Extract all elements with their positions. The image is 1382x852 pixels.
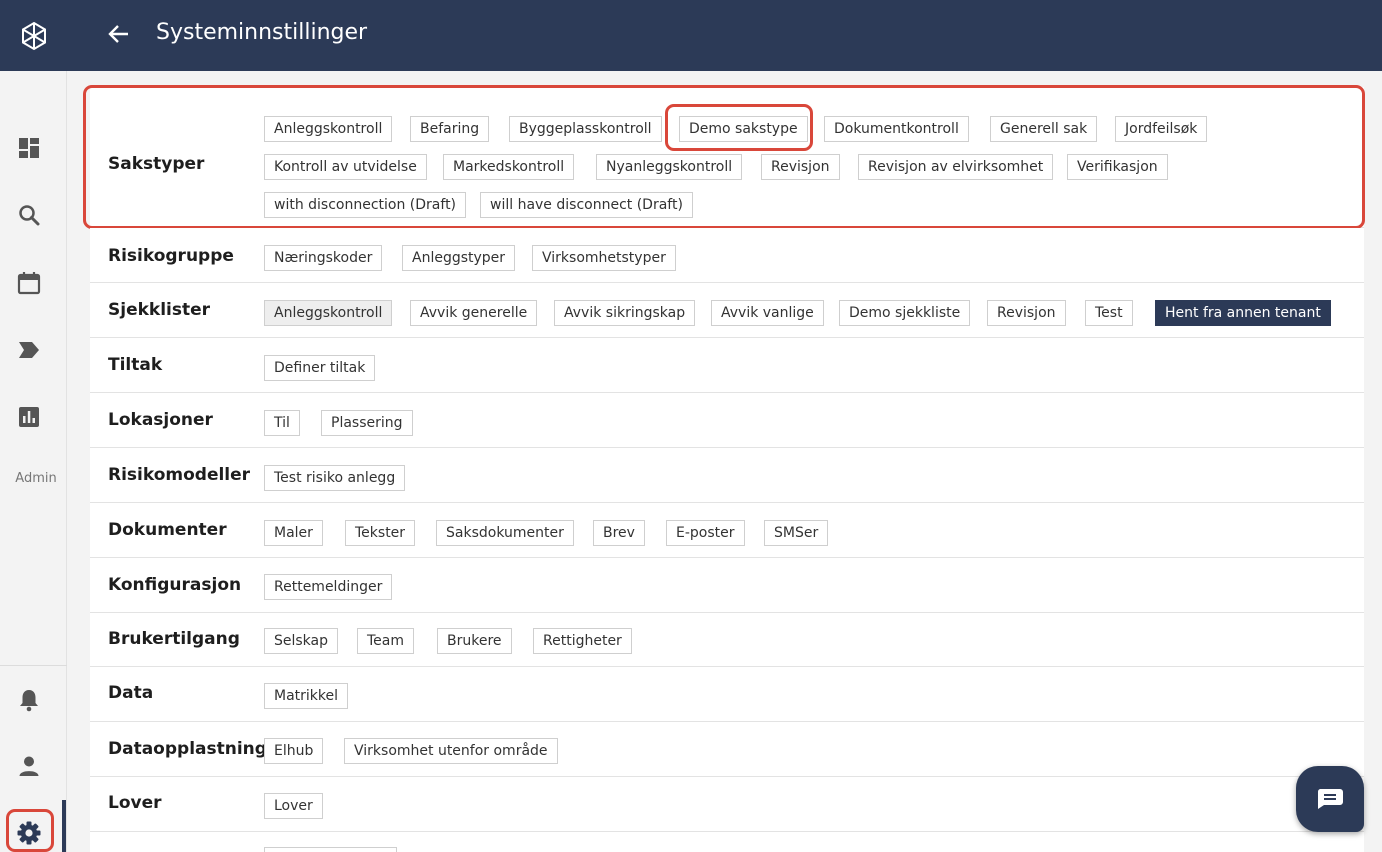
chat-icon [1317,789,1343,809]
chip-brukere[interactable]: Brukere [437,628,512,654]
label-icon[interactable] [12,333,46,367]
section-title: Dataopplastning [108,739,267,759]
chip-anleggskontroll[interactable]: Anleggskontroll [264,300,393,326]
section-title: Risikomodeller [108,465,251,485]
section-tiltak: Tiltak Definer tiltak [90,338,1364,393]
chip-virksomhetstyper[interactable]: Virksomhetstyper [532,245,676,271]
chip-demo-sjekkliste[interactable]: Demo sjekkliste [839,300,971,326]
chip-anleggstyper[interactable]: Anleggstyper [402,245,516,271]
chip-selskap[interactable]: Selskap [264,628,339,654]
chip-brev[interactable]: Brev [593,520,645,546]
report-icon[interactable] [12,400,46,434]
chip-til[interactable]: Til [264,410,300,436]
chip-lover[interactable]: Lover [264,793,323,819]
chip-saksdokumenter[interactable]: Saksdokumenter [436,520,574,546]
chip-smser[interactable]: SMSer [764,520,829,546]
section-dokumenter: Dokumenter Maler Tekster Saksdokumenter … [90,503,1364,558]
chat-button[interactable] [1296,766,1364,832]
dashboard-icon[interactable] [12,131,46,165]
chip-avvik-generelle[interactable]: Avvik generelle [410,300,538,326]
chip-test-risiko-anlegg[interactable]: Test risiko anlegg [264,465,406,491]
section-lokasjoner: Lokasjoner Til Plassering [90,393,1364,448]
chip-team[interactable]: Team [357,628,415,654]
top-bar: Systeminnstillinger [67,0,1382,71]
page-title: Systeminnstillinger [156,20,368,45]
section-brukertilgang: Brukertilgang Selskap Team Brukere Retti… [90,613,1364,667]
chip-avvik-sikringskap[interactable]: Avvik sikringskap [554,300,696,326]
person-icon[interactable] [12,749,46,783]
chip-avvik-vanlige[interactable]: Avvik vanlige [711,300,824,326]
chip-elhub[interactable]: Elhub [264,738,324,764]
section-dataopplastning: Dataopplastning Elhub Virksomhet utenfor… [90,722,1364,777]
demo-sakstype-highlight [665,104,813,151]
section-lover: Lover Lover [90,777,1364,832]
section-title: Sjekklister [108,300,211,320]
section-partial [90,832,1364,852]
chip-test[interactable]: Test [1085,300,1133,326]
chip-plassering[interactable]: Plassering [321,410,413,436]
chip-rettemeldinger[interactable]: Rettemeldinger [264,574,393,600]
back-arrow-icon[interactable] [107,22,131,50]
search-icon[interactable] [12,198,46,232]
section-title: Lokasjoner [108,410,213,430]
chip-virksomhet-utenfor-omrade[interactable]: Virksomhet utenfor område [344,738,558,764]
section-title: Data [108,683,154,703]
section-title: Konfigurasjon [108,575,242,595]
section-risikomodeller: Risikomodeller Test risiko anlegg [90,448,1364,503]
section-title: Brukertilgang [108,629,240,649]
sidebar-divider [0,665,67,666]
admin-label: Admin [15,471,57,486]
sidebar: Admin [0,0,67,852]
logo-icon[interactable] [0,0,67,71]
active-nav-indicator [62,800,66,852]
fetch-from-tenant-button[interactable]: Hent fra annen tenant [1155,300,1331,326]
section-title: Risikogruppe [108,246,234,266]
chip-matrikkel[interactable]: Matrikkel [264,683,349,709]
section-title: Lover [108,793,162,813]
chip-maler[interactable]: Maler [264,520,323,546]
section-title: Tiltak [108,355,163,375]
section-risikogruppe: Risikogruppe Næringskoder Anleggstyper V… [90,228,1364,283]
chip-e-poster[interactable]: E-poster [666,520,745,546]
chip-revisjon[interactable]: Revisjon [987,300,1066,326]
calendar-icon[interactable] [12,266,46,300]
section-sjekklister: Sjekklister Anleggskontroll Avvik genere… [90,283,1364,338]
chip-tekster[interactable]: Tekster [345,520,416,546]
bell-icon[interactable] [12,683,46,717]
chip-naeringskoder[interactable]: Næringskoder [264,245,383,271]
section-konfigurasjon: Konfigurasjon Rettemeldinger [90,558,1364,613]
gear-icon[interactable] [12,816,46,850]
section-data: Data Matrikkel [90,667,1364,722]
chip-rettigheter[interactable]: Rettigheter [533,628,632,654]
chip-definer-tiltak[interactable]: Definer tiltak [264,355,376,381]
section-title: Dokumenter [108,520,227,540]
chip-partial[interactable] [264,847,397,852]
